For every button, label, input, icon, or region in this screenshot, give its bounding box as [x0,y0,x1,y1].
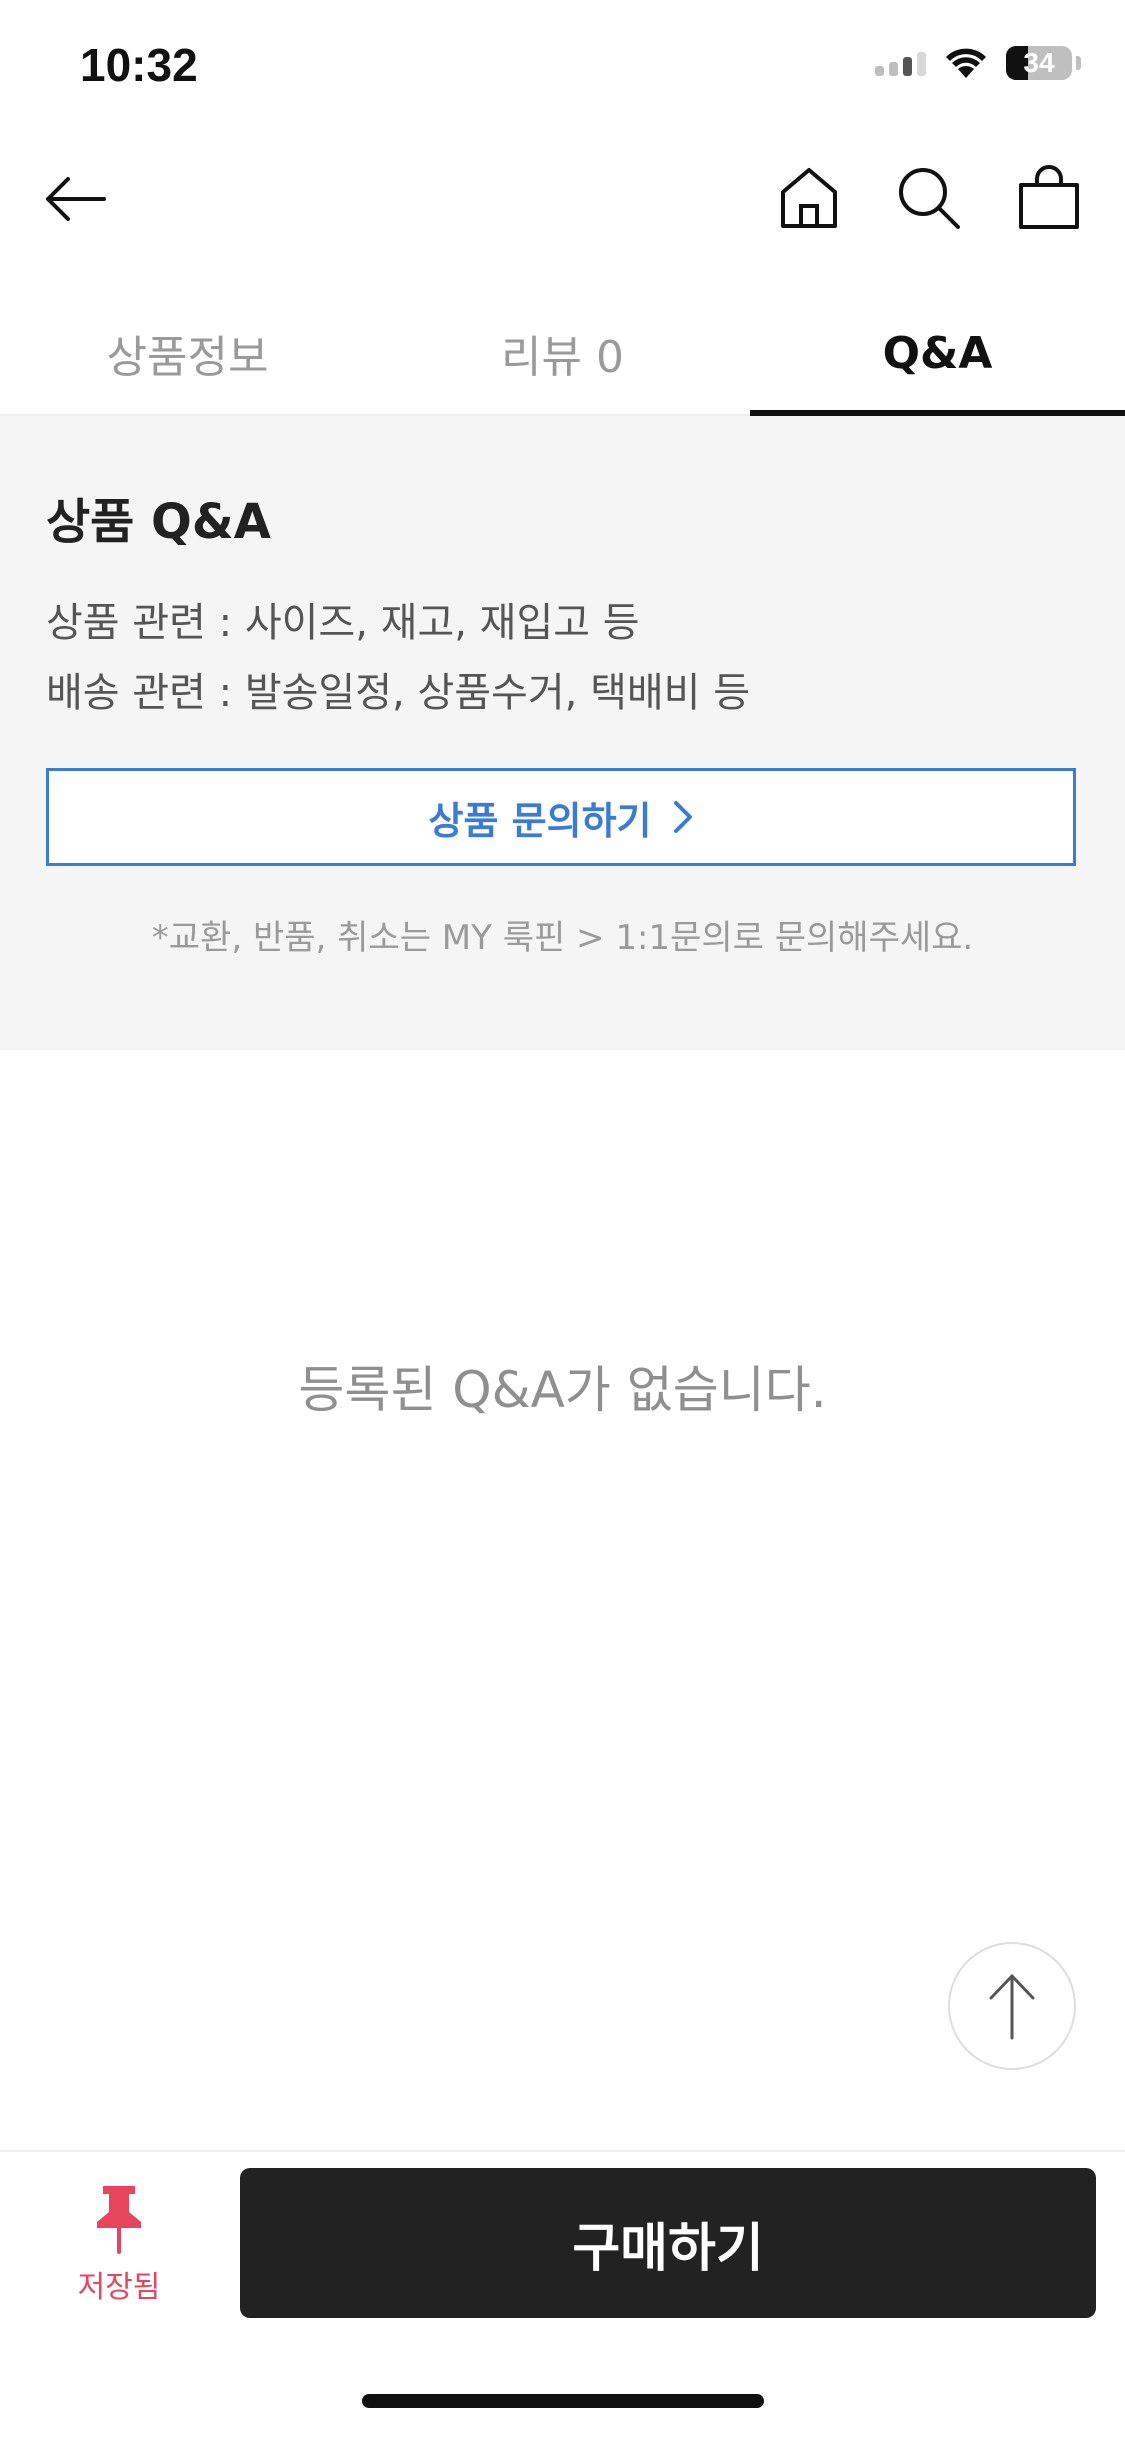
shopping-bag-icon [1019,165,1079,229]
tab-qa[interactable]: Q&A [750,292,1125,416]
qa-exchange-note: *교환, 반품, 취소는 MY 룩핀 > 1:1문의로 문의해주세요. [151,918,974,958]
pushpin-icon [97,2186,141,2254]
status-indicators: 34 [875,46,1081,80]
chevron-right-icon [673,801,692,833]
home-indicator [362,2394,764,2408]
product-inquiry-label: 상품 문의하기 [428,798,652,843]
battery-tip [1076,56,1081,70]
battery-icon: 34 [1006,46,1072,80]
tab-reviews[interactable]: 리뷰 0 [375,292,750,414]
cart-button[interactable] [1013,162,1085,234]
battery-percentage: 34 [1023,47,1055,78]
qa-product-topics: 상품 관련 : 사이즈, 재고, 재입고 등 [46,600,640,646]
cellular-signal-icon [875,50,926,76]
qa-shipping-topics: 배송 관련 : 발송일정, 상품수거, 택배비 등 [46,670,750,716]
product-inquiry-button[interactable]: 상품 문의하기 [46,768,1076,866]
home-button[interactable] [773,162,845,234]
buy-button[interactable]: 구매하기 [240,2168,1096,2318]
top-nav-bar [0,132,1125,264]
status-bar: 10:32 34 [0,0,1125,132]
home-icon [781,168,837,228]
header-actions [773,162,1085,234]
arrow-up-icon [989,1974,1035,2040]
qa-empty-message: 등록된 Q&A가 없습니다. [298,1361,827,1419]
saved-toggle-button[interactable]: 저장됨 [50,2182,188,2312]
scroll-to-top-button[interactable] [948,1942,1076,2070]
qa-info-panel: 상품 Q&A 상품 관련 : 사이즈, 재고, 재입고 등 배송 관련 : 발송… [0,416,1125,1050]
arrow-left-icon [46,177,106,221]
wifi-icon [946,48,986,78]
saved-label: 저장됨 [77,2270,161,2305]
back-button[interactable] [40,164,110,234]
search-button[interactable] [893,162,965,234]
qa-section-title: 상품 Q&A [46,494,271,550]
search-icon [899,168,960,229]
product-tabs: 상품정보 리뷰 0 Q&A [0,292,1125,416]
tab-product-info[interactable]: 상품정보 [0,292,375,414]
status-time: 10:32 [80,39,198,91]
